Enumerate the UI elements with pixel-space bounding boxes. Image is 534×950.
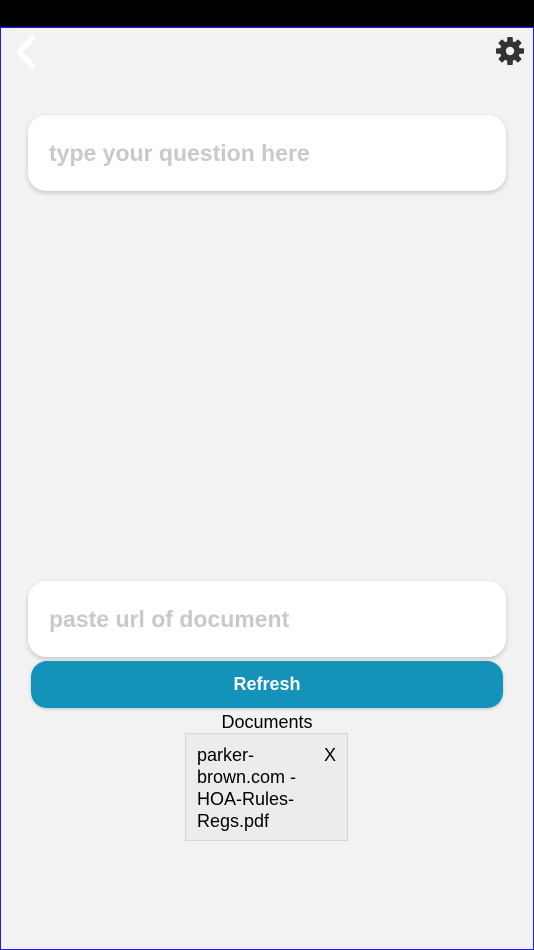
question-input[interactable] — [49, 115, 489, 191]
document-item: parker- brown.com - HOA-Rules- Regs.pdf … — [185, 733, 348, 841]
document-url-card — [28, 581, 506, 657]
refresh-button[interactable]: Refresh — [31, 661, 503, 708]
chevron-left-icon — [16, 35, 36, 69]
remove-document-button[interactable]: X — [324, 744, 336, 766]
document-url-input[interactable] — [49, 581, 489, 657]
status-bar — [0, 0, 534, 27]
documents-heading: Documents — [221, 712, 313, 732]
question-card — [28, 115, 506, 191]
gear-icon — [496, 37, 524, 65]
back-button[interactable] — [9, 34, 43, 70]
document-name: parker- brown.com - HOA-Rules- Regs.pdf — [197, 745, 297, 831]
app-screen: Refresh Documents parker- brown.com - HO… — [0, 27, 534, 950]
settings-button[interactable] — [493, 34, 527, 68]
